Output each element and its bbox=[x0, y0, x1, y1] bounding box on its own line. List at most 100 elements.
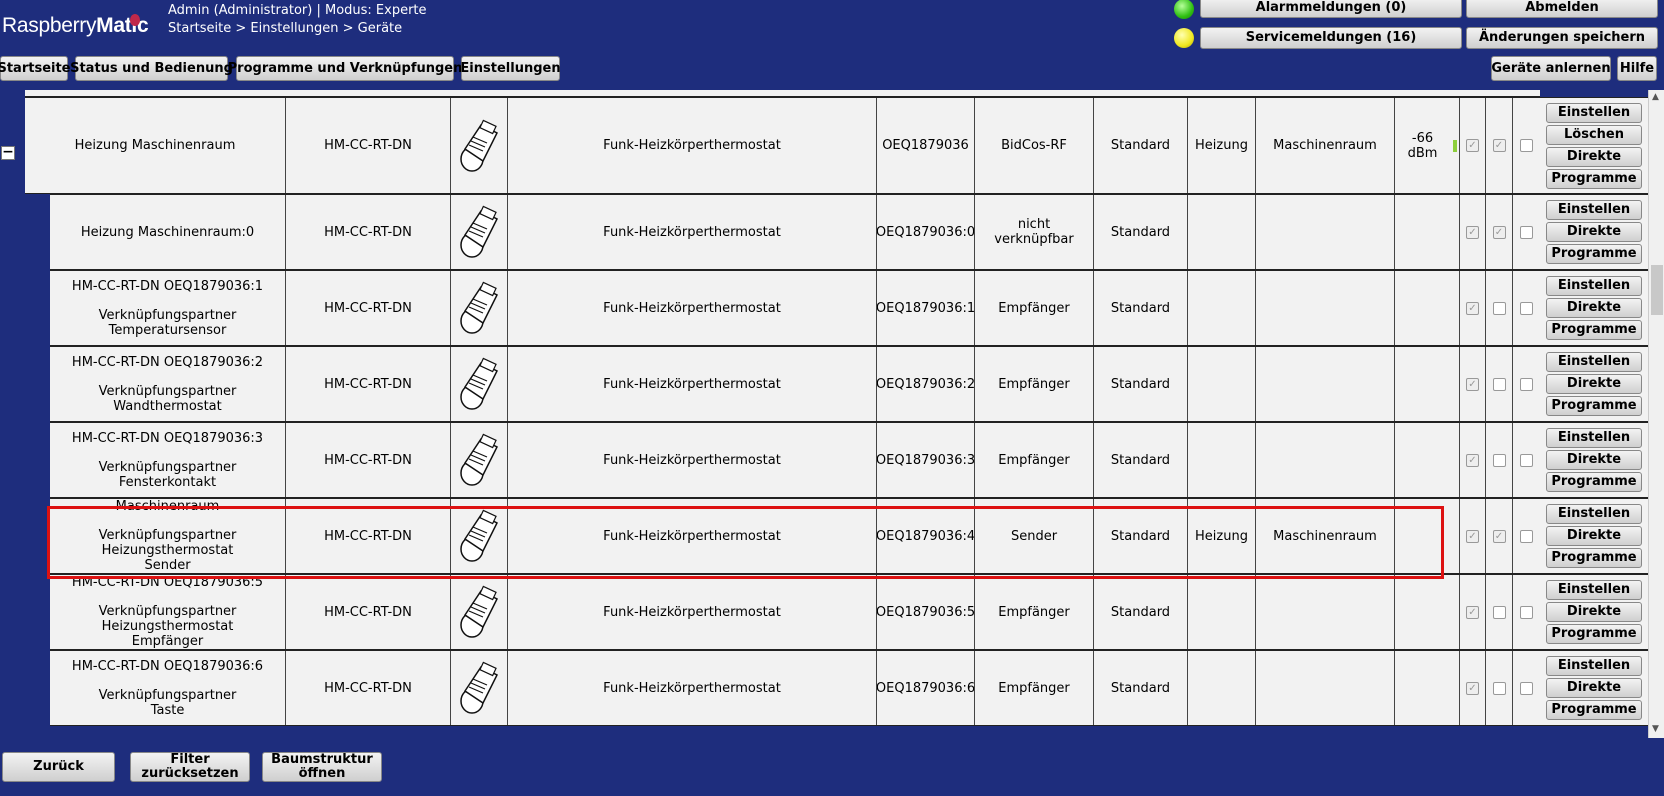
checkbox-cell[interactable] bbox=[1513, 271, 1540, 345]
channel-function[interactable] bbox=[1188, 651, 1256, 725]
einstellen-button[interactable]: Einstellen bbox=[1546, 656, 1642, 676]
direkte-button[interactable]: Direkte bbox=[1546, 374, 1642, 394]
programme-button[interactable]: Programme bbox=[1546, 472, 1642, 492]
checkbox-cell[interactable]: ✓ bbox=[1460, 499, 1486, 573]
channel-function[interactable] bbox=[1188, 271, 1256, 345]
channel-function[interactable] bbox=[1188, 347, 1256, 421]
device-room[interactable]: Maschinenraum bbox=[1256, 98, 1395, 193]
channel-room[interactable] bbox=[1256, 651, 1395, 725]
checkbox-cell[interactable] bbox=[1486, 423, 1513, 497]
protocol-checkbox[interactable] bbox=[1520, 225, 1533, 239]
channel-function[interactable] bbox=[1188, 575, 1256, 649]
checkbox-cell[interactable]: ✓ bbox=[1460, 423, 1486, 497]
geraete-anlernen-button[interactable]: Geräte anlernen bbox=[1491, 56, 1611, 81]
logout-button[interactable]: Abmelden bbox=[1466, 0, 1658, 18]
channel-name[interactable]: HM-CC-RT-DN OEQ1879036:1 Verknüpfungspart… bbox=[50, 271, 286, 345]
usable-checkbox[interactable] bbox=[1492, 453, 1506, 467]
channel-function[interactable]: Heizung bbox=[1188, 499, 1256, 573]
collapse-toggle-icon[interactable]: − bbox=[1, 145, 15, 160]
usable-checkbox[interactable] bbox=[1492, 605, 1506, 619]
usable-checkbox[interactable] bbox=[1492, 377, 1506, 391]
channel-name[interactable]: HM-CC-RT-DN OEQ1879036:3 Verknüpfungspart… bbox=[50, 423, 286, 497]
checkbox-cell[interactable] bbox=[1513, 423, 1540, 497]
checkbox-cell[interactable] bbox=[1486, 347, 1513, 421]
checkbox-cell[interactable]: ✓ bbox=[1460, 98, 1486, 193]
visible-checkbox[interactable]: ✓ bbox=[1466, 453, 1479, 467]
visible-checkbox[interactable]: ✓ bbox=[1466, 377, 1479, 391]
scrollbar-thumb[interactable] bbox=[1651, 265, 1663, 315]
checkbox-cell[interactable]: ✓ bbox=[1486, 98, 1513, 193]
programme-button[interactable]: Programme bbox=[1546, 396, 1642, 416]
protocol-checkbox[interactable] bbox=[1520, 301, 1533, 315]
checkbox-cell[interactable] bbox=[1513, 347, 1540, 421]
scroll-up-arrow-icon[interactable]: ▲ bbox=[1652, 92, 1659, 102]
checkbox-cell[interactable]: ✓ bbox=[1460, 195, 1486, 269]
back-button[interactable]: Zurück bbox=[2, 752, 115, 782]
visible-checkbox[interactable]: ✓ bbox=[1466, 605, 1479, 619]
help-button[interactable]: Hilfe bbox=[1617, 56, 1657, 81]
vertical-scrollbar[interactable]: ▲ ▼ bbox=[1648, 90, 1664, 738]
channel-room[interactable] bbox=[1256, 271, 1395, 345]
checkbox-cell[interactable]: ✓ bbox=[1486, 195, 1513, 269]
direkte-button[interactable]: Direkte bbox=[1546, 146, 1642, 167]
visible-checkbox[interactable]: ✓ bbox=[1466, 681, 1479, 695]
channel-room[interactable] bbox=[1256, 195, 1395, 269]
programme-button[interactable]: Programme bbox=[1546, 168, 1642, 189]
channel-name[interactable]: HM-CC-RT-DN OEQ1879036:6 Verknüpfungspart… bbox=[50, 651, 286, 725]
checkbox-cell[interactable]: ✓ bbox=[1460, 347, 1486, 421]
checkbox-cell[interactable] bbox=[1486, 271, 1513, 345]
channel-room[interactable] bbox=[1256, 575, 1395, 649]
nav-status-button[interactable]: Status und Bedienung bbox=[70, 56, 233, 81]
direkte-button[interactable]: Direkte bbox=[1546, 678, 1642, 698]
checkbox-cell[interactable] bbox=[1513, 499, 1540, 573]
checkbox-cell[interactable] bbox=[1513, 575, 1540, 649]
protocol-checkbox[interactable] bbox=[1520, 681, 1533, 695]
service-messages-button[interactable]: Servicemeldungen (16) bbox=[1200, 27, 1462, 49]
usable-checkbox[interactable] bbox=[1492, 681, 1506, 695]
device-name[interactable]: Heizung Maschinenraum bbox=[25, 98, 286, 193]
nav-programme-button[interactable]: Programme und Verknüpfungen bbox=[228, 56, 462, 81]
einstellen-button[interactable]: Einstellen bbox=[1546, 102, 1642, 123]
nav-startseite-button[interactable]: Startseite bbox=[0, 56, 71, 81]
visible-checkbox[interactable]: ✓ bbox=[1466, 529, 1479, 543]
channel-name[interactable]: Maschinenraum Verknüpfungspartner Heizungs… bbox=[50, 499, 286, 573]
scroll-down-arrow-icon[interactable]: ▼ bbox=[1652, 724, 1659, 734]
usable-checkbox[interactable]: ✓ bbox=[1492, 529, 1506, 543]
protocol-checkbox[interactable] bbox=[1520, 453, 1533, 467]
channel-name[interactable]: HM-CC-RT-DN OEQ1879036:5 Verknüpfungspart… bbox=[50, 575, 286, 649]
checkbox-cell[interactable] bbox=[1513, 651, 1540, 725]
usable-checkbox[interactable] bbox=[1492, 301, 1506, 315]
alarm-messages-button[interactable]: Alarmmeldungen (0) bbox=[1200, 0, 1462, 18]
protocol-checkbox[interactable] bbox=[1520, 139, 1533, 152]
programme-button[interactable]: Programme bbox=[1546, 700, 1642, 720]
programme-button[interactable]: Programme bbox=[1546, 320, 1642, 340]
reset-filter-button[interactable]: Filter zurücksetzen bbox=[130, 752, 250, 782]
channel-function[interactable] bbox=[1188, 423, 1256, 497]
channel-name[interactable]: HM-CC-RT-DN OEQ1879036:2 Verknüpfungspart… bbox=[50, 347, 286, 421]
checkbox-cell[interactable] bbox=[1513, 195, 1540, 269]
protocol-checkbox[interactable] bbox=[1520, 605, 1533, 619]
einstellen-button[interactable]: Einstellen bbox=[1546, 428, 1642, 448]
einstellen-button[interactable]: Einstellen bbox=[1546, 276, 1642, 296]
direkte-button[interactable]: Direkte bbox=[1546, 526, 1642, 546]
loeschen-button[interactable]: Löschen bbox=[1546, 124, 1642, 145]
save-changes-button[interactable]: Änderungen speichern bbox=[1466, 27, 1658, 49]
checkbox-cell[interactable] bbox=[1513, 98, 1540, 193]
checkbox-cell[interactable]: ✓ bbox=[1486, 499, 1513, 573]
direkte-button[interactable]: Direkte bbox=[1546, 602, 1642, 622]
channel-room[interactable]: Maschinenraum bbox=[1256, 499, 1395, 573]
channel-room[interactable] bbox=[1256, 347, 1395, 421]
einstellen-button[interactable]: Einstellen bbox=[1546, 200, 1642, 220]
usable-checkbox[interactable]: ✓ bbox=[1492, 225, 1506, 239]
nav-einstellungen-button[interactable]: Einstellungen bbox=[460, 56, 561, 81]
channel-function[interactable] bbox=[1188, 195, 1256, 269]
checkbox-cell[interactable] bbox=[1486, 651, 1513, 725]
checkbox-cell[interactable] bbox=[1486, 575, 1513, 649]
protocol-checkbox[interactable] bbox=[1520, 377, 1533, 391]
checkbox-cell[interactable]: ✓ bbox=[1460, 575, 1486, 649]
checkbox-cell[interactable]: ✓ bbox=[1460, 271, 1486, 345]
einstellen-button[interactable]: Einstellen bbox=[1546, 352, 1642, 372]
visible-checkbox[interactable]: ✓ bbox=[1466, 225, 1479, 239]
visible-checkbox[interactable]: ✓ bbox=[1466, 301, 1479, 315]
programme-button[interactable]: Programme bbox=[1546, 624, 1642, 644]
